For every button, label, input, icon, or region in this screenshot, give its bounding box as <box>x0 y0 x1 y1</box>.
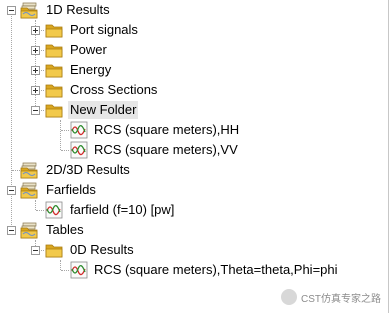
tree-node-label: Power <box>70 42 107 57</box>
tree-node-new-folder[interactable]: New Folder <box>0 100 389 120</box>
tree-node-label: RCS (square meters),VV <box>94 142 238 157</box>
tree-node-label: Farfields <box>46 182 96 197</box>
tree-node-label: RCS (square meters),Theta=theta,Phi=phi <box>94 262 338 277</box>
tree-node-label: 0D Results <box>70 242 134 257</box>
folder-icon <box>45 41 63 59</box>
tree-node-tables[interactable]: Tables <box>0 220 389 240</box>
tree-node-label: Tables <box>46 222 84 237</box>
expand-toggle[interactable] <box>31 66 40 75</box>
tree-node-label: Energy <box>70 62 112 77</box>
tree-node-0d-results[interactable]: 0D Results <box>0 240 389 260</box>
tree-node-rcs-vv[interactable]: RCS (square meters),VV <box>0 140 389 160</box>
collapse-toggle[interactable] <box>31 106 40 115</box>
folder-icon <box>45 21 63 39</box>
tree-node-power[interactable]: Power <box>0 40 389 60</box>
tree-node-label: farfield (f=10) [pw] <box>70 202 175 217</box>
signal-plot-icon <box>70 121 88 139</box>
folder-icon <box>45 81 63 99</box>
result-folder-icon <box>20 161 38 179</box>
folder-icon <box>45 101 63 119</box>
collapse-toggle[interactable] <box>7 6 16 15</box>
watermark: CST仿真专家之路 <box>281 289 381 305</box>
tree-node-energy[interactable]: Energy <box>0 60 389 80</box>
tree-node-label: Port signals <box>70 22 138 37</box>
tree-node-label: New Folder <box>68 101 139 119</box>
folder-icon <box>45 61 63 79</box>
result-folder-icon <box>20 1 38 19</box>
signal-plot-icon <box>70 141 88 159</box>
tree-node-label: 2D/3D Results <box>46 162 130 177</box>
folder-icon <box>45 241 63 259</box>
results-tree: 1D Results Port signals Power Energy Cro… <box>0 0 389 313</box>
tree-node-label: Cross Sections <box>70 82 158 97</box>
tree-node-label: RCS (square meters),HH <box>94 122 240 137</box>
tree-node-rcs-hh[interactable]: RCS (square meters),HH <box>0 120 389 140</box>
tree-node-farfield-item[interactable]: farfield (f=10) [pw] <box>0 200 389 220</box>
expand-toggle[interactable] <box>31 26 40 35</box>
tree-node-label: 1D Results <box>46 2 110 17</box>
tree-node-2d3d-results[interactable]: 2D/3D Results <box>0 160 389 180</box>
tree-node-rcs-theta-phi[interactable]: RCS (square meters),Theta=theta,Phi=phi <box>0 260 389 280</box>
collapse-toggle[interactable] <box>7 186 16 195</box>
collapse-toggle[interactable] <box>31 246 40 255</box>
result-folder-icon <box>20 181 38 199</box>
expand-toggle[interactable] <box>31 46 40 55</box>
result-folder-icon <box>20 221 38 239</box>
tree-node-farfields[interactable]: Farfields <box>0 180 389 200</box>
tree-node-port-signals[interactable]: Port signals <box>0 20 389 40</box>
tree-node-cross-sections[interactable]: Cross Sections <box>0 80 389 100</box>
watermark-text: CST仿真专家之路 <box>301 293 381 305</box>
signal-plot-icon <box>70 261 88 279</box>
expand-toggle[interactable] <box>31 86 40 95</box>
signal-plot-icon <box>45 201 63 219</box>
tree-node-1d-results[interactable]: 1D Results <box>0 0 389 20</box>
collapse-toggle[interactable] <box>7 226 16 235</box>
wechat-logo-icon <box>281 289 297 305</box>
